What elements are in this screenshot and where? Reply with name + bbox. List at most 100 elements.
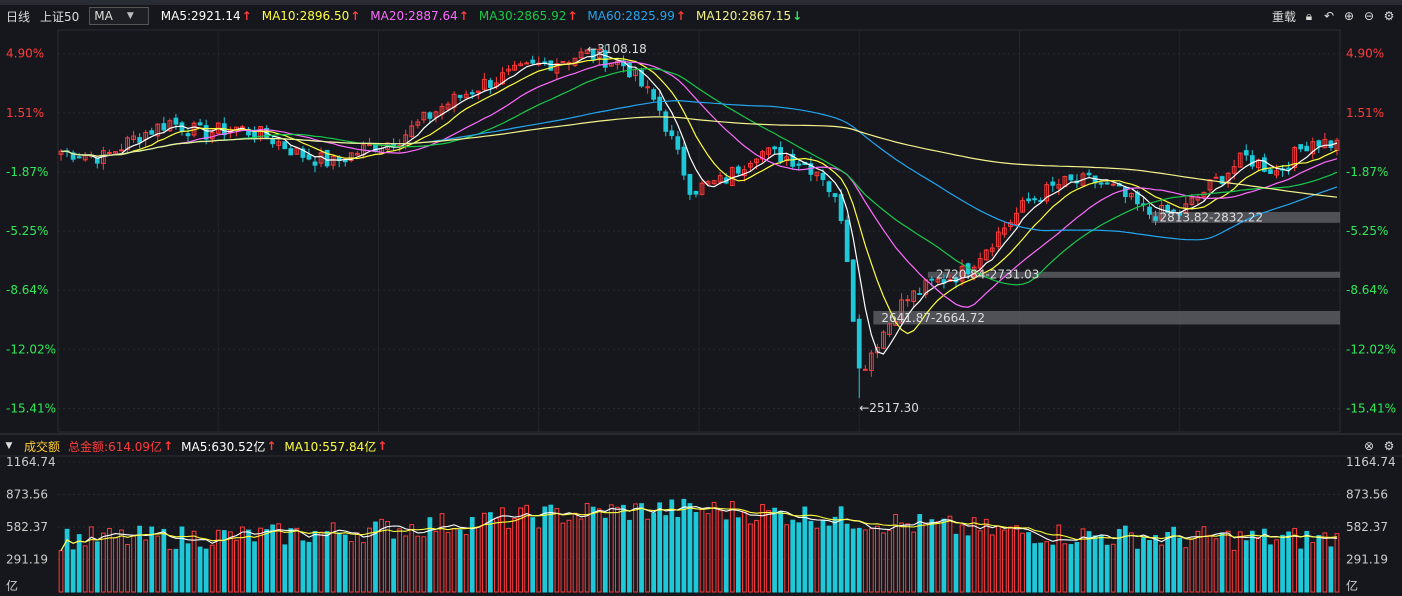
candle [826,181,832,193]
volume-bar [1213,538,1219,593]
y-axis-label-right: -1.87% [1346,165,1388,179]
volume-bar [868,528,874,593]
volume-bar [1268,544,1273,593]
candle [149,130,155,135]
candle [645,86,650,89]
volume-bar [784,524,790,593]
volume-bar [282,544,288,593]
volume-bar [663,515,669,593]
volume-bar [500,507,505,593]
candle [657,96,663,111]
candle [772,146,777,150]
candle [137,137,143,143]
volume-bar [318,531,324,593]
candle [850,259,856,322]
volume-bar [1243,540,1249,593]
candle [905,299,911,302]
volume-bar [119,529,124,593]
y-axis-label-right: -5.25% [1346,224,1388,238]
volume-bar [1086,531,1092,593]
volume-bar [911,531,917,593]
candle [675,136,681,150]
volume-bar [760,504,765,593]
volume-bar [645,518,650,593]
vol-axis-label-right: 1164.74 [1346,455,1396,469]
volume-bar [385,521,390,593]
volume-bar [971,517,977,593]
volume-bar [1141,537,1146,593]
volume-bar [965,535,971,593]
vol-axis-label-left: 亿 [6,578,18,593]
candle [1086,172,1092,176]
volume-bar [1068,544,1074,593]
candle [844,219,850,262]
candle [119,149,124,152]
volume-bar [524,504,530,593]
volume-bar [167,548,173,593]
volume-bar [711,501,717,593]
volume-bar [802,506,808,593]
volume-bar [748,523,753,593]
candle [76,156,82,159]
volume-bar [669,499,675,593]
y-axis-label-left: -12.02% [6,342,56,356]
y-axis-label-left: -15.41% [6,402,56,416]
candle [838,194,844,222]
volume-bar [288,528,294,593]
candle [1026,198,1031,202]
volume-bar [651,512,657,593]
candle [457,94,463,98]
volume-bar [729,500,735,593]
candle [1147,206,1152,215]
y-axis-label-right: 1.51% [1346,106,1384,120]
volume-bar [1116,529,1122,593]
volume-bar [778,511,784,593]
volume-bar [905,523,911,593]
candle [312,161,318,166]
candle [687,173,693,195]
volume-bar [766,510,771,593]
candle [530,59,536,64]
volume-bar [197,546,203,593]
volume-bar [512,518,517,593]
volume-bar [1014,525,1019,593]
volume-bar [989,534,995,593]
volume-bar [1286,531,1291,593]
candle [693,190,699,195]
volume-bar [1292,528,1298,593]
volume-bar [754,519,759,593]
volume-bar [796,522,802,593]
volume-bar [252,541,257,593]
volume-bar [1098,535,1104,593]
volume-bar [772,507,777,593]
volume-bar [391,538,396,593]
volume-bar [1298,548,1304,593]
volume-bar [215,529,221,593]
candle [735,166,741,174]
volume-bar [1092,535,1098,593]
volume-bar [705,513,711,593]
volume-bar [1110,543,1116,593]
candle [1153,216,1158,221]
price-chart[interactable]: 4.90% 4.90% 1.51% 1.51% -1.87% -1.87% -5.25% -5… [0,0,1402,596]
candle [1110,183,1116,186]
volume-bar [1128,532,1134,593]
volume-bar [1050,544,1056,593]
volume-bar [627,519,632,593]
volume-bar [1026,532,1031,593]
candle [1213,176,1219,179]
candle [929,278,935,281]
volume-bar [850,528,856,593]
candle [862,368,868,371]
volume-bar [58,550,64,593]
volume-bar [814,527,820,593]
volume-bar [149,526,155,593]
candle [1068,174,1074,181]
volume-bar [270,524,276,593]
volume-bar [1274,539,1279,593]
volume-bar [433,530,439,593]
candle [856,318,862,369]
volume-bar [1002,529,1007,593]
volume-bar [536,527,542,593]
volume-bar [82,545,88,593]
